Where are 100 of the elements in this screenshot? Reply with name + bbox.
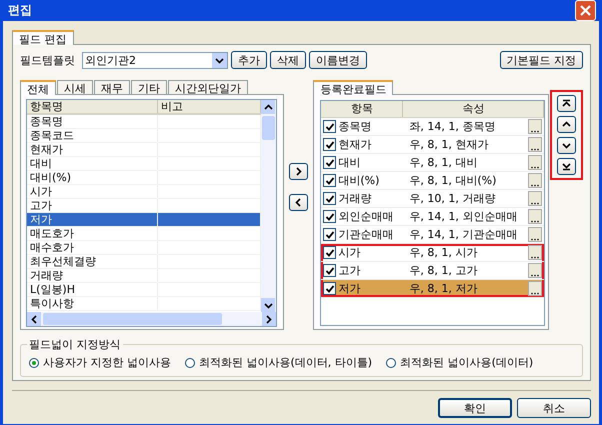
list-row[interactable]: 대비(%) — [27, 171, 261, 185]
list-row[interactable]: 최우선체결량 — [27, 255, 261, 269]
checkbox[interactable] — [323, 192, 336, 205]
checkbox[interactable] — [323, 210, 336, 223]
field-row[interactable]: 기관순매매 우, 14, 1, 기관순매매 — [321, 226, 544, 244]
move-down-button[interactable] — [556, 137, 576, 154]
tab[interactable]: 시세 — [57, 80, 93, 94]
template-button[interactable]: 이름변경 — [309, 51, 367, 69]
field-row[interactable]: 저가 우, 8, 1, 저가 — [321, 280, 544, 298]
field-attributes: 우, 8, 1, 고가 — [408, 263, 478, 278]
field-name: 현재가 — [338, 137, 372, 152]
more-button[interactable] — [528, 227, 542, 242]
move-bottom-button[interactable] — [556, 158, 576, 175]
ellipsis-icon — [531, 220, 540, 223]
scroll-up-icon — [264, 102, 273, 112]
more-button[interactable] — [528, 263, 542, 278]
checkbox[interactable] — [323, 246, 336, 259]
field-attributes: 좌, 14, 1, 종목명 — [408, 119, 496, 134]
tab[interactable]: 재무 — [94, 80, 130, 94]
field-attributes: 우, 8, 1, 대비 — [408, 155, 478, 170]
checkbox[interactable] — [323, 264, 336, 277]
group-title: 필드넓이 지정방식 — [27, 337, 122, 352]
field-row[interactable]: 외인순매매 우, 14, 1, 외인순매매 — [321, 208, 544, 226]
scroll-thumb[interactable] — [43, 313, 222, 325]
column-header: 항목명 — [27, 100, 158, 113]
column-header: 항목 — [321, 101, 404, 117]
field-attributes: 우, 8, 1, 저가 — [408, 281, 478, 296]
list-row[interactable]: 저가 — [27, 213, 261, 227]
field-row[interactable]: 현재가 우, 8, 1, 현재가 — [321, 136, 544, 154]
default-field-button[interactable]: 기본필드 지정 — [500, 51, 583, 69]
tab[interactable]: 등록완료필드 — [313, 80, 394, 95]
move-bottom-icon — [562, 162, 571, 171]
scroll-thumb[interactable] — [262, 116, 275, 140]
field-row[interactable]: 거래량 우, 10, 1, 거래량 — [321, 190, 544, 208]
list-row[interactable]: 특이사항 — [27, 297, 261, 311]
list-row[interactable]: 매수호가 — [27, 241, 261, 255]
field-row[interactable]: 종목명 좌, 14, 1, 종목명 — [321, 118, 544, 136]
list-row[interactable]: 현재가 — [27, 143, 261, 157]
list-row[interactable]: 종목코드 — [27, 129, 261, 143]
field-name: 대비 — [338, 155, 360, 170]
tab[interactable]: 필드 편집 — [12, 30, 74, 45]
window-title: 편집 — [8, 2, 32, 19]
field-row[interactable]: 대비(%) 우, 8, 1, 대비(%) — [321, 172, 544, 190]
chevron-right-icon — [294, 167, 304, 176]
field-name: 거래량 — [338, 191, 372, 206]
field-row[interactable]: 시가 우, 8, 1, 시가 — [321, 244, 544, 262]
field-attributes: 우, 8, 1, 현재가 — [408, 137, 490, 152]
checkbox[interactable] — [323, 228, 336, 241]
list-row[interactable]: 대비 — [27, 157, 261, 171]
ellipsis-icon — [531, 292, 540, 295]
chevron-up-icon — [562, 120, 571, 129]
field-name: 대비(%) — [338, 173, 380, 188]
checkbox[interactable] — [323, 156, 336, 169]
scroll-left-icon — [30, 314, 38, 324]
template-button[interactable]: 추가 — [231, 51, 267, 69]
list-row[interactable]: 매도호가 — [27, 227, 261, 241]
checkbox[interactable] — [323, 120, 336, 133]
more-button[interactable] — [528, 209, 542, 224]
tab[interactable]: 시간외단일가 — [168, 80, 248, 94]
more-button[interactable] — [528, 155, 542, 170]
field-name: 저가 — [338, 281, 360, 296]
checkbox[interactable] — [323, 174, 336, 187]
more-button[interactable] — [528, 137, 542, 152]
ellipsis-icon — [531, 184, 540, 187]
tab[interactable]: 기타 — [131, 80, 167, 94]
more-button[interactable] — [528, 119, 542, 134]
template-dropdown[interactable]: 외인기관2 — [82, 52, 228, 68]
radio-option[interactable]: 최적화된 넓이사용(데이터, 타이틀) — [185, 355, 372, 370]
dialog-button[interactable]: 확인 — [438, 398, 512, 418]
radio-option[interactable]: 사용자가 지정한 넓이사용 — [29, 355, 171, 370]
scroll-down-icon — [264, 300, 273, 310]
ellipsis-icon — [531, 256, 540, 259]
list-row[interactable]: 시가 — [27, 185, 261, 199]
close-button[interactable] — [575, 0, 596, 21]
field-row[interactable]: 대비 우, 8, 1, 대비 — [321, 154, 544, 172]
dialog-button[interactable]: 취소 — [517, 398, 591, 418]
move-top-button[interactable] — [556, 95, 576, 112]
field-name: 외인순매매 — [338, 209, 394, 224]
radio-option[interactable]: 최적화된 넓이사용(데이터) — [386, 355, 534, 370]
list-row[interactable]: 거래량 — [27, 269, 261, 283]
more-button[interactable] — [528, 281, 542, 296]
ellipsis-icon — [531, 238, 540, 241]
list-row[interactable]: 종목명 — [27, 115, 261, 129]
tab[interactable]: 전체 — [20, 80, 56, 95]
list-row[interactable]: L(일봉)H — [27, 283, 261, 297]
field-name: 종목명 — [338, 119, 372, 134]
add-field-button[interactable] — [289, 163, 308, 180]
field-attributes: 우, 8, 1, 대비(%) — [408, 173, 498, 188]
more-button[interactable] — [528, 245, 542, 260]
field-attributes: 우, 10, 1, 거래량 — [408, 191, 496, 206]
move-up-button[interactable] — [556, 116, 576, 133]
checkbox[interactable] — [323, 282, 336, 295]
more-button[interactable] — [528, 173, 542, 188]
template-button[interactable]: 삭제 — [270, 51, 306, 69]
close-icon — [580, 5, 591, 16]
remove-field-button[interactable] — [289, 194, 308, 211]
chevron-down-icon — [562, 141, 571, 150]
more-button[interactable] — [528, 191, 542, 206]
field-name: 시가 — [338, 245, 360, 260]
checkbox[interactable] — [323, 138, 336, 151]
